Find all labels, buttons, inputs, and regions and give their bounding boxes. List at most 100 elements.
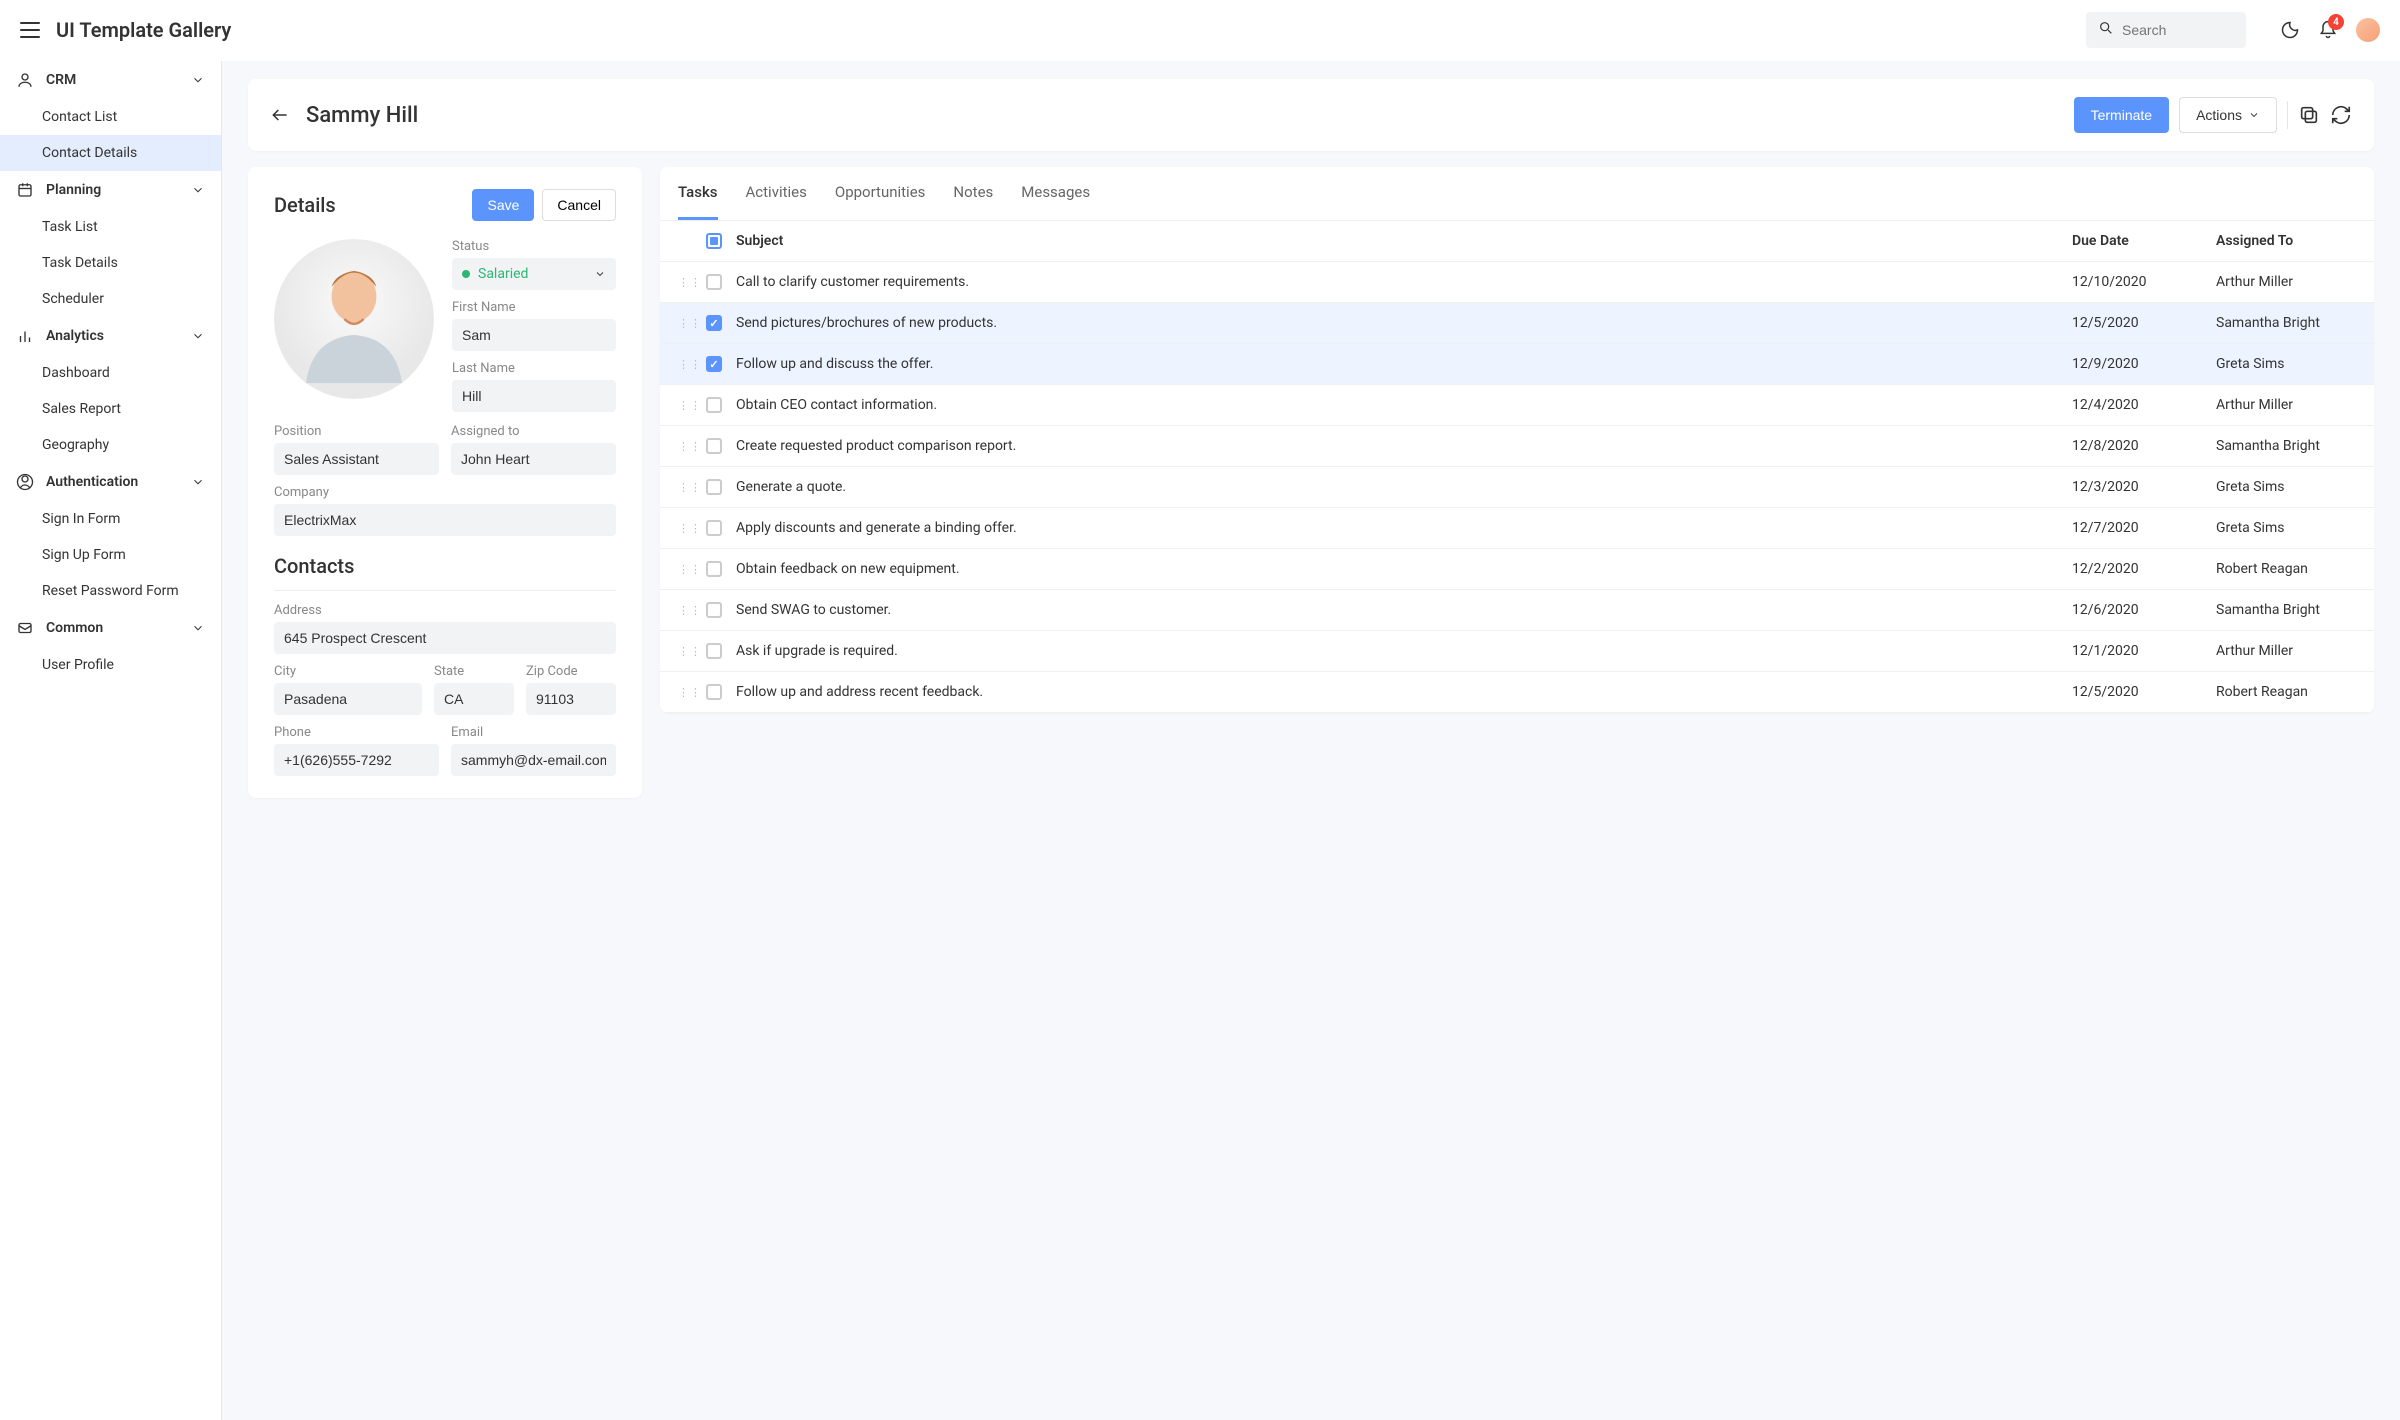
- nav-item-sales-report[interactable]: Sales Report: [0, 391, 221, 427]
- task-row[interactable]: ⋮⋮Send SWAG to customer.12/6/2020Samanth…: [660, 590, 2374, 631]
- task-row[interactable]: ⋮⋮Ask if upgrade is required.12/1/2020Ar…: [660, 631, 2374, 672]
- phone-input[interactable]: [274, 744, 439, 776]
- back-button[interactable]: [270, 105, 290, 125]
- save-button[interactable]: Save: [472, 189, 534, 221]
- nav-group-authentication[interactable]: Authentication: [0, 463, 221, 501]
- task-checkbox[interactable]: [706, 643, 722, 659]
- nav-item-task-details[interactable]: Task Details: [0, 245, 221, 281]
- task-subject: Generate a quote.: [736, 479, 2058, 495]
- last-name-input[interactable]: [452, 380, 616, 412]
- main-content: Sammy Hill Terminate Actions Details Sav…: [222, 61, 2400, 1420]
- assigned-to-input[interactable]: [451, 443, 616, 475]
- nav-item-geography[interactable]: Geography: [0, 427, 221, 463]
- drag-handle-icon[interactable]: ⋮⋮: [678, 523, 692, 534]
- drag-handle-icon[interactable]: ⋮⋮: [678, 646, 692, 657]
- nav-item-task-list[interactable]: Task List: [0, 209, 221, 245]
- tab-notes[interactable]: Notes: [953, 167, 993, 220]
- nav-item-sign-in-form[interactable]: Sign In Form: [0, 501, 221, 537]
- notifications-icon[interactable]: 4: [2318, 20, 2338, 40]
- drag-handle-icon[interactable]: ⋮⋮: [678, 277, 692, 288]
- refresh-button[interactable]: [2330, 104, 2352, 126]
- col-subject[interactable]: Subject: [736, 233, 2058, 249]
- status-select[interactable]: Salaried: [452, 258, 616, 290]
- drag-handle-icon[interactable]: ⋮⋮: [678, 482, 692, 493]
- task-row[interactable]: ⋮⋮Obtain feedback on new equipment.12/2/…: [660, 549, 2374, 590]
- nav-group-common[interactable]: Common: [0, 609, 221, 647]
- task-checkbox[interactable]: [706, 520, 722, 536]
- nav-item-contact-details[interactable]: Contact Details: [0, 135, 221, 171]
- task-due: 12/8/2020: [2072, 438, 2202, 454]
- task-checkbox[interactable]: [706, 274, 722, 290]
- actions-dropdown[interactable]: Actions: [2179, 97, 2277, 133]
- drag-handle-icon[interactable]: ⋮⋮: [678, 318, 692, 329]
- task-row[interactable]: ⋮⋮Follow up and discuss the offer.12/9/2…: [660, 344, 2374, 385]
- nav-group-planning[interactable]: Planning: [0, 171, 221, 209]
- address-input[interactable]: [274, 622, 616, 654]
- nav-item-scheduler[interactable]: Scheduler: [0, 281, 221, 317]
- task-checkbox[interactable]: [706, 438, 722, 454]
- first-name-input[interactable]: [452, 319, 616, 351]
- task-row[interactable]: ⋮⋮Obtain CEO contact information.12/4/20…: [660, 385, 2374, 426]
- company-label: Company: [274, 485, 616, 500]
- company-input[interactable]: [274, 504, 616, 536]
- address-label: Address: [274, 603, 616, 618]
- drag-handle-icon[interactable]: ⋮⋮: [678, 687, 692, 698]
- nav-item-sign-up-form[interactable]: Sign Up Form: [0, 537, 221, 573]
- position-input[interactable]: [274, 443, 439, 475]
- user-avatar[interactable]: [2356, 18, 2380, 42]
- task-row[interactable]: ⋮⋮Create requested product comparison re…: [660, 426, 2374, 467]
- task-checkbox[interactable]: [706, 356, 722, 372]
- terminate-button[interactable]: Terminate: [2074, 97, 2169, 133]
- drag-handle-icon[interactable]: ⋮⋮: [678, 564, 692, 575]
- drag-handle-icon[interactable]: ⋮⋮: [678, 441, 692, 452]
- nav-group-crm[interactable]: CRM: [0, 61, 221, 99]
- task-due: 12/4/2020: [2072, 397, 2202, 413]
- task-row[interactable]: ⋮⋮Call to clarify customer requirements.…: [660, 262, 2374, 303]
- col-assigned[interactable]: Assigned To: [2216, 233, 2356, 249]
- tasks-panel: Tasks Activities Opportunities Notes Message…: [660, 167, 2374, 713]
- nav-item-dashboard[interactable]: Dashboard: [0, 355, 221, 391]
- tab-messages[interactable]: Messages: [1021, 167, 1090, 220]
- tab-opportunities[interactable]: Opportunities: [835, 167, 926, 220]
- drag-handle-icon[interactable]: ⋮⋮: [678, 605, 692, 616]
- task-row[interactable]: ⋮⋮Generate a quote.12/3/2020Greta Sims: [660, 467, 2374, 508]
- task-row[interactable]: ⋮⋮Apply discounts and generate a binding…: [660, 508, 2374, 549]
- theme-toggle-icon[interactable]: [2280, 20, 2300, 40]
- task-row[interactable]: ⋮⋮ Follow up and address recent feedback.…: [660, 672, 2374, 713]
- task-checkbox[interactable]: [706, 479, 722, 495]
- select-all-checkbox[interactable]: [706, 233, 722, 249]
- tab-tasks[interactable]: Tasks: [678, 167, 718, 220]
- zip-input[interactable]: [526, 683, 616, 715]
- nav-group-analytics[interactable]: Analytics: [0, 317, 221, 355]
- search-icon: [2098, 20, 2114, 40]
- task-row[interactable]: ⋮⋮Send pictures/brochures of new product…: [660, 303, 2374, 344]
- tab-activities[interactable]: Activities: [746, 167, 807, 220]
- task-assigned: Greta Sims: [2216, 356, 2356, 372]
- tasks-table: ⋮⋮ Subject Due Date Assigned To ⋮⋮Call to cl…: [660, 221, 2374, 713]
- nav-item-reset-password-form[interactable]: Reset Password Form: [0, 573, 221, 609]
- crm-icon: [16, 71, 34, 89]
- state-input[interactable]: [434, 683, 514, 715]
- drag-handle-icon[interactable]: ⋮⋮: [678, 359, 692, 370]
- nav-item-contact-list[interactable]: Contact List: [0, 99, 221, 135]
- menu-button[interactable]: [20, 22, 40, 38]
- task-subject: Follow up and address recent feedback.: [736, 684, 2058, 700]
- col-due[interactable]: Due Date: [2072, 233, 2202, 249]
- actions-label: Actions: [2196, 107, 2242, 123]
- city-input[interactable]: [274, 683, 422, 715]
- task-checkbox[interactable]: [706, 397, 722, 413]
- task-checkbox[interactable]: [706, 602, 722, 618]
- nav-item-user-profile[interactable]: User Profile: [0, 647, 221, 683]
- search-input[interactable]: [2122, 22, 2234, 38]
- task-checkbox[interactable]: [706, 684, 722, 700]
- cancel-button[interactable]: Cancel: [542, 189, 616, 221]
- task-checkbox[interactable]: [706, 561, 722, 577]
- chevron-down-icon: [191, 329, 205, 343]
- copy-button[interactable]: [2298, 104, 2320, 126]
- chevron-down-icon: [594, 268, 606, 280]
- email-input[interactable]: [451, 744, 616, 776]
- task-checkbox[interactable]: [706, 315, 722, 331]
- task-subject: Follow up and discuss the offer.: [736, 356, 2058, 372]
- drag-handle-icon[interactable]: ⋮⋮: [678, 400, 692, 411]
- search-box[interactable]: [2086, 12, 2246, 48]
